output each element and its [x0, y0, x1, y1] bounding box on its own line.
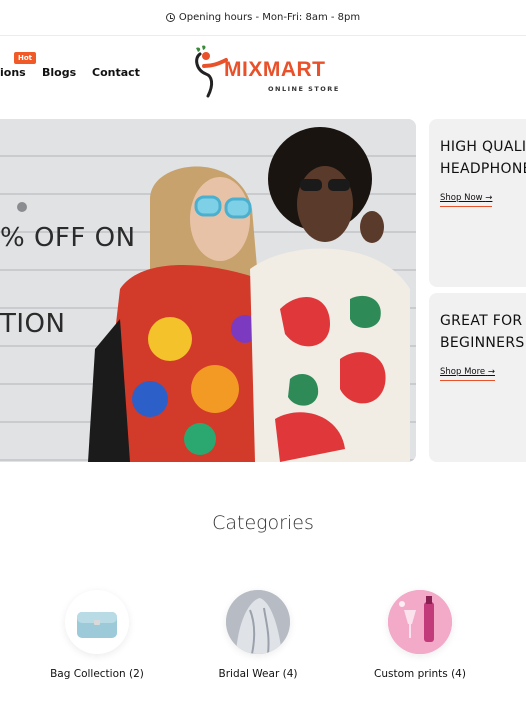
promo-card-title-line1: GREAT FOR [440, 313, 523, 329]
shop-now-link[interactable]: Shop Now → [440, 193, 493, 207]
hero-headline-line1: % OFF ON [0, 223, 136, 253]
promo-card-title-line2: BEGINNERS [440, 335, 525, 351]
site-logo[interactable]: MIXMART ONLINE STORE [192, 44, 342, 100]
nav-item-blogs[interactable]: Blogs [42, 66, 76, 79]
hero-headline-line2: TION [0, 309, 66, 339]
category-bag-collection[interactable]: Bag Collection (2) [32, 590, 162, 680]
nav-item-collections[interactable]: ions [0, 66, 26, 79]
promo-card-headphones[interactable]: HIGH QUALIT HEADPHONE Shop Now → [429, 119, 526, 287]
category-label[interactable]: Bag Collection (2) [32, 668, 162, 680]
custom-prints-image-icon [388, 590, 452, 654]
promo-card-title-line1: HIGH QUALIT [440, 139, 526, 155]
nav-item-contact[interactable]: Contact [92, 66, 140, 79]
opening-hours-bar: Opening hours - Mon-Fri: 8am - 8pm [0, 0, 526, 36]
logo-brand: MIXMART [224, 58, 326, 81]
category-thumbnail[interactable] [65, 590, 129, 654]
promo-card-beginners[interactable]: GREAT FOR BEGINNERS Shop More → [429, 293, 526, 462]
category-thumbnail[interactable] [226, 590, 290, 654]
clock-icon [165, 13, 175, 22]
arrow-right-icon: → [485, 193, 493, 203]
category-label[interactable]: Custom prints (4) [355, 668, 485, 680]
arrow-right-icon: → [487, 367, 495, 377]
category-label[interactable]: Bridal Wear (4) [193, 668, 323, 680]
promo-card-title-line2: HEADPHONE [440, 161, 526, 177]
shop-more-link[interactable]: Shop More → [440, 367, 495, 381]
shop-now-label: Shop Now [440, 193, 483, 203]
logo-tagline: ONLINE STORE [268, 85, 340, 93]
hot-badge: Hot [14, 52, 37, 64]
hero-banner[interactable]: % OFF ON TION [0, 119, 416, 462]
categories-heading: Categories [212, 512, 314, 534]
bag-image-icon [77, 612, 117, 638]
shop-more-label: Shop More [440, 367, 486, 377]
hero-models-image [17, 127, 410, 462]
opening-hours-text: Opening hours - Mon-Fri: 8am - 8pm [178, 12, 361, 23]
category-bridal-wear[interactable]: Bridal Wear (4) [193, 590, 323, 680]
category-thumbnail[interactable] [388, 590, 452, 654]
bridal-image-icon [226, 590, 290, 654]
category-custom-prints[interactable]: Custom prints (4) [355, 590, 485, 680]
